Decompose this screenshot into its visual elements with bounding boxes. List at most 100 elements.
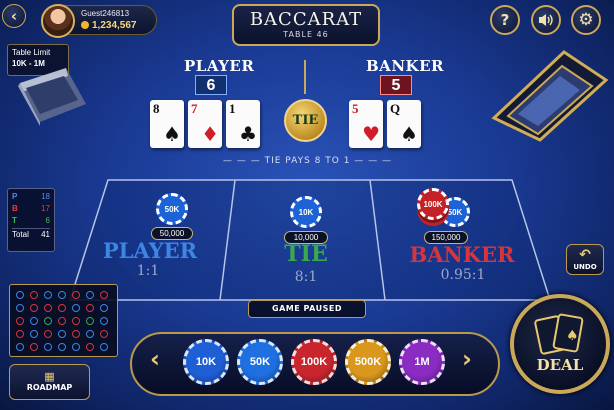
banker-score: 5 (380, 75, 412, 95)
bead-road-dot (44, 330, 52, 338)
card-suit: ♠ (400, 122, 418, 146)
chevron-left-icon: ‹ (10, 7, 18, 25)
bead-road-dot (86, 291, 94, 299)
bead-road-dot (86, 343, 94, 351)
cards-icon: ♠ (534, 313, 584, 355)
tie-payout: 8:1 (294, 269, 318, 285)
avatar (41, 4, 75, 38)
chip-500k[interactable]: 500K (345, 339, 391, 385)
card-suit: ♦ (201, 122, 219, 146)
stats-t-value: 6 (45, 216, 50, 225)
banker-hand-label: BANKER (366, 57, 444, 75)
player-card: 1 ♣ (226, 100, 260, 148)
player-bet-chip: 50K (156, 193, 188, 225)
card-rank: 5 (352, 101, 359, 116)
table-number: TABLE 46 (283, 30, 329, 39)
player-score: 6 (195, 75, 227, 95)
card-rank: 1 (229, 101, 236, 116)
roadmap-label: ROADMAP (26, 383, 73, 392)
card-suit: ♣ (239, 122, 257, 146)
chips-next-button[interactable]: › (462, 345, 472, 373)
svg-text:♠: ♠ (566, 328, 579, 344)
stats-total-label: Total (12, 230, 29, 239)
player-zone-label: PLAYER (102, 238, 198, 263)
tie-pays-text: — — — TIE PAYS 8 TO 1 — — — (222, 156, 393, 166)
card-rank: 7 (191, 101, 198, 116)
bead-road-dot (30, 343, 38, 351)
stats-b-label: B (12, 204, 18, 213)
bead-road-dot (30, 304, 38, 312)
bead-road-dot (100, 343, 108, 351)
undo-label: UNDO (573, 263, 597, 271)
back-button[interactable]: ‹ (2, 4, 26, 28)
stats-t-label: T (12, 216, 17, 225)
bead-road-dot (16, 343, 24, 351)
bead-road-dot (72, 343, 80, 351)
banker-bet-chip-front: 100K (417, 188, 449, 220)
bead-road-dot (100, 330, 108, 338)
bead-road-dot (100, 291, 108, 299)
banker-card: Q ♠ (387, 100, 421, 148)
player-card: 8 ♠ (150, 100, 184, 148)
player-card: 7 ♦ (188, 100, 222, 148)
bead-road-dot (44, 317, 52, 325)
bead-road-dot (30, 291, 38, 299)
coin-icon (81, 21, 89, 29)
bead-road-dot (16, 317, 24, 325)
settings-button[interactable]: ⚙ (571, 5, 601, 35)
banker-zone-label: BANKER (409, 242, 515, 267)
help-button[interactable]: ? (490, 5, 520, 35)
tie-badge: TIE (284, 99, 327, 142)
chips-prev-button[interactable]: ‹ (150, 345, 160, 373)
bead-road-dot (44, 291, 52, 299)
player-hand-label: PLAYER (184, 57, 255, 75)
chip-1m[interactable]: 1M (399, 339, 445, 385)
stats-p-label: P (12, 192, 18, 201)
bead-road-dot (30, 330, 38, 338)
bead-road-dot (100, 304, 108, 312)
bead-road-dot (72, 291, 80, 299)
bead-road-dot (44, 343, 52, 351)
card-suit: ♥ (362, 122, 380, 146)
bead-road-dot (100, 317, 108, 325)
deal-button[interactable]: ♠ DEAL (510, 294, 610, 394)
bead-road-dot (58, 304, 66, 312)
bead-road-dot (72, 317, 80, 325)
bead-road-dot (72, 330, 80, 338)
stats-total-value: 41 (41, 230, 50, 239)
stats-p-value: 18 (41, 192, 50, 201)
sound-button[interactable] (531, 5, 561, 35)
result-stats: P 18 B 17 T 6 Total 41 (7, 188, 55, 252)
bead-road-dot (16, 291, 24, 299)
bead-road-dot (16, 304, 24, 312)
bead-road[interactable] (9, 284, 118, 357)
player-profile[interactable]: Guest246813 1,234,567 (41, 4, 157, 38)
hand-divider (304, 60, 306, 94)
username: Guest246813 (81, 9, 130, 18)
chip-10k[interactable]: 10K (183, 339, 229, 385)
bead-road-dot (44, 304, 52, 312)
game-title: BACCARAT (249, 9, 363, 30)
undo-icon: ↶ (579, 247, 591, 263)
banker-card: 5 ♥ (349, 100, 383, 148)
player-payout: 1:1 (136, 263, 160, 279)
tie-zone-label: TIE (284, 241, 328, 267)
bead-road-dot (16, 330, 24, 338)
card-suit: ♠ (163, 122, 181, 146)
bead-road-dot (86, 304, 94, 312)
speaker-icon (539, 14, 553, 26)
balance: 1,234,567 (81, 20, 137, 31)
chip-50k[interactable]: 50K (237, 339, 283, 385)
roadmap-button[interactable]: ▦ ROADMAP (9, 364, 90, 400)
bead-road-dot (58, 330, 66, 338)
roadmap-icon: ▦ (44, 370, 55, 383)
undo-button[interactable]: ↶ UNDO (566, 244, 604, 275)
stats-b-value: 17 (41, 204, 50, 213)
bead-road-dot (86, 330, 94, 338)
card-rank: Q (390, 101, 401, 116)
bead-road-dot (58, 343, 66, 351)
chip-100k[interactable]: 100K (291, 339, 337, 385)
card-shoe-left (18, 68, 86, 126)
card-rank: 8 (153, 101, 160, 116)
deal-label: DEAL (536, 356, 584, 374)
